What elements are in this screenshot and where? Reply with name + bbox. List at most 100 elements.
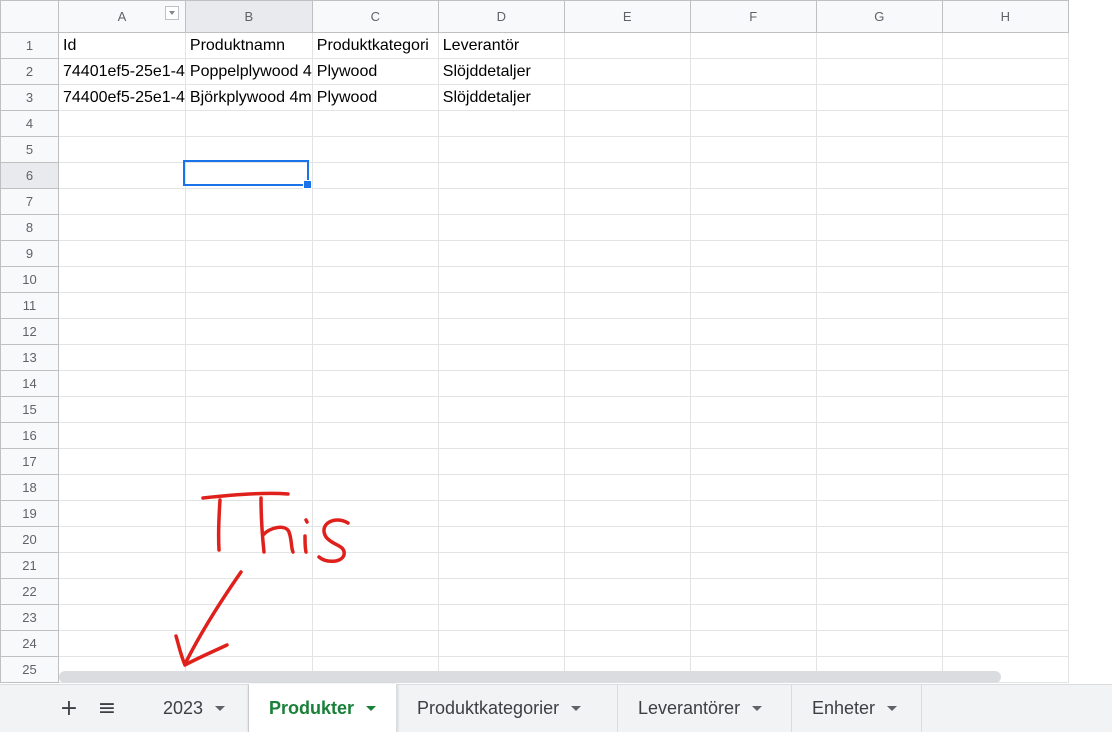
cell-a7[interactable] [58, 188, 186, 215]
cell-b12[interactable] [184, 318, 313, 345]
cell-f14[interactable] [689, 370, 817, 397]
cell-c23[interactable] [311, 604, 439, 631]
cell-c4[interactable] [311, 110, 439, 137]
cell-d3[interactable]: Slöjddetaljer [437, 84, 565, 111]
cell-g11[interactable] [815, 292, 943, 319]
horizontal-scrollbar[interactable] [59, 671, 1001, 683]
cell-h20[interactable] [941, 526, 1069, 553]
cell-h24[interactable] [941, 630, 1069, 657]
row-header[interactable]: 25 [0, 656, 59, 683]
cell-h22[interactable] [941, 578, 1069, 605]
cell-d22[interactable] [437, 578, 565, 605]
cell-a11[interactable] [58, 292, 186, 319]
cell-h11[interactable] [941, 292, 1069, 319]
cell-c8[interactable] [311, 214, 439, 241]
tab-produktkategorier[interactable]: Produktkategorier [397, 685, 618, 732]
cell-f10[interactable] [689, 266, 817, 293]
cell-b21[interactable] [184, 552, 313, 579]
cell-b7[interactable] [184, 188, 313, 215]
cell-b19[interactable] [184, 500, 313, 527]
cell-f5[interactable] [689, 136, 817, 163]
cell-d9[interactable] [437, 240, 565, 267]
row-header[interactable]: 21 [0, 552, 59, 579]
cell-a3[interactable]: 74400ef5-25e1-4 [58, 84, 186, 111]
cell-d4[interactable] [437, 110, 565, 137]
cell-e16[interactable] [563, 422, 691, 449]
cell-d1[interactable]: Leverantör [437, 32, 565, 59]
column-header-f[interactable]: F [689, 0, 817, 33]
cell-a24[interactable] [58, 630, 186, 657]
cell-b8[interactable] [184, 214, 313, 241]
cell-b20[interactable] [184, 526, 313, 553]
cell-a4[interactable] [58, 110, 186, 137]
cell-b22[interactable] [184, 578, 313, 605]
cell-b5[interactable] [184, 136, 313, 163]
tab-enheter[interactable]: Enheter [792, 685, 922, 732]
cell-g24[interactable] [815, 630, 943, 657]
cell-f4[interactable] [689, 110, 817, 137]
cell-g17[interactable] [815, 448, 943, 475]
cell-a20[interactable] [58, 526, 186, 553]
tab-produkter[interactable]: Produkter [249, 684, 397, 732]
row-header[interactable]: 5 [0, 136, 59, 163]
tab-2023[interactable]: 2023 [143, 685, 249, 732]
cell-a19[interactable] [58, 500, 186, 527]
cell-c24[interactable] [311, 630, 439, 657]
cell-f8[interactable] [689, 214, 817, 241]
cell-a8[interactable] [58, 214, 186, 241]
cell-a10[interactable] [58, 266, 186, 293]
column-header-c[interactable]: C [311, 0, 439, 33]
cell-g1[interactable] [815, 32, 943, 59]
cell-d13[interactable] [437, 344, 565, 371]
row-header[interactable]: 6 [0, 162, 59, 189]
cell-b14[interactable] [184, 370, 313, 397]
cell-g9[interactable] [815, 240, 943, 267]
cell-f15[interactable] [689, 396, 817, 423]
cell-b3[interactable]: Björkplywood 4m [184, 84, 313, 111]
cell-c17[interactable] [311, 448, 439, 475]
cell-c20[interactable] [311, 526, 439, 553]
cell-h7[interactable] [941, 188, 1069, 215]
cell-e9[interactable] [563, 240, 691, 267]
cell-e24[interactable] [563, 630, 691, 657]
cell-b17[interactable] [184, 448, 313, 475]
cell-a6[interactable] [58, 162, 186, 189]
cell-e1[interactable] [563, 32, 691, 59]
row-header[interactable]: 7 [0, 188, 59, 215]
cell-d24[interactable] [437, 630, 565, 657]
cell-f6[interactable] [689, 162, 817, 189]
cell-e17[interactable] [563, 448, 691, 475]
cell-f11[interactable] [689, 292, 817, 319]
cell-f18[interactable] [689, 474, 817, 501]
cell-f21[interactable] [689, 552, 817, 579]
cell-h15[interactable] [941, 396, 1069, 423]
cell-f3[interactable] [689, 84, 817, 111]
cell-h21[interactable] [941, 552, 1069, 579]
cell-e22[interactable] [563, 578, 691, 605]
cell-h12[interactable] [941, 318, 1069, 345]
cell-a22[interactable] [58, 578, 186, 605]
cell-g2[interactable] [815, 58, 943, 85]
all-sheets-button[interactable]: ≡ [89, 685, 125, 732]
cell-g6[interactable] [815, 162, 943, 189]
cell-d21[interactable] [437, 552, 565, 579]
cell-e18[interactable] [563, 474, 691, 501]
cell-g21[interactable] [815, 552, 943, 579]
cell-b15[interactable] [184, 396, 313, 423]
cell-c13[interactable] [311, 344, 439, 371]
cell-a12[interactable] [58, 318, 186, 345]
cell-a13[interactable] [58, 344, 186, 371]
cell-g22[interactable] [815, 578, 943, 605]
cell-e14[interactable] [563, 370, 691, 397]
cell-c2[interactable]: Plywood [311, 58, 439, 85]
cell-a5[interactable] [58, 136, 186, 163]
cell-a23[interactable] [58, 604, 186, 631]
cell-h16[interactable] [941, 422, 1069, 449]
cell-d12[interactable] [437, 318, 565, 345]
cell-e11[interactable] [563, 292, 691, 319]
cell-f24[interactable] [689, 630, 817, 657]
cell-g23[interactable] [815, 604, 943, 631]
cell-h9[interactable] [941, 240, 1069, 267]
cell-c5[interactable] [311, 136, 439, 163]
cell-e8[interactable] [563, 214, 691, 241]
